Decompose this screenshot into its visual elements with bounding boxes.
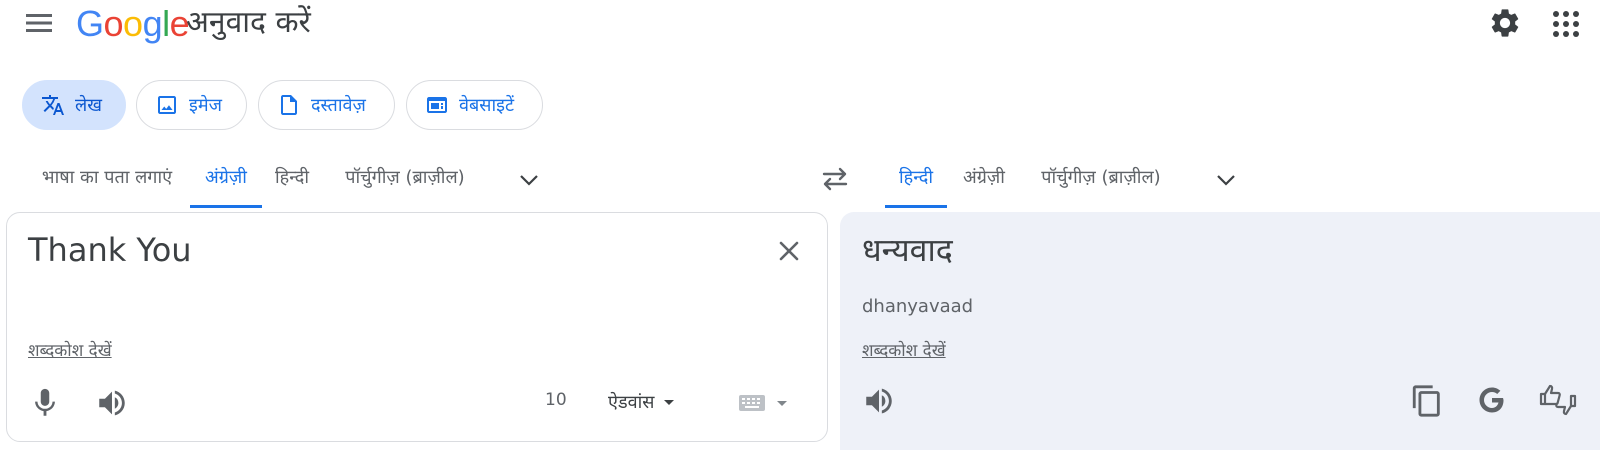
image-icon (158, 96, 176, 114)
translate-icon (42, 95, 64, 115)
clear-source-button[interactable] (774, 236, 804, 266)
app-title: अनुवाद करें (186, 5, 311, 40)
mode-text-button[interactable]: लेख (22, 80, 126, 130)
google-apps-button[interactable] (1550, 8, 1582, 40)
target-lang-portuguese[interactable]: पॉर्चुगीज़ (ब्राज़ील) (1030, 160, 1172, 208)
target-listen-button[interactable] (862, 384, 896, 418)
google-logo[interactable]: Google (76, 2, 190, 46)
source-lang-detect[interactable]: भाषा का पता लगाएं (32, 160, 182, 208)
mode-document-label: दस्तावेज़ (311, 95, 366, 116)
speaker-icon (866, 388, 892, 414)
source-lang-hindi[interactable]: हिन्दी (270, 160, 314, 208)
google-g-icon (1479, 387, 1504, 413)
advanced-options-button[interactable]: ऐडवांस (608, 386, 676, 418)
transliteration-text: dhanyavaad (862, 296, 974, 317)
microphone-icon (35, 388, 55, 416)
source-lang-portuguese[interactable]: पॉर्चुगीज़ (ब्राज़ील) (334, 160, 476, 208)
gear-icon (1491, 9, 1519, 37)
mode-website-label: वेबसाइटें (459, 95, 515, 116)
speaker-icon (99, 390, 125, 416)
source-listen-button[interactable] (95, 386, 129, 420)
logo-letter: l (162, 3, 170, 44)
document-icon (281, 95, 297, 115)
thumbs-feedback-icon (1539, 384, 1577, 416)
mode-image-button[interactable]: इमेज (136, 80, 247, 130)
keyboard-icon (739, 395, 765, 411)
target-lang-more-button[interactable] (1212, 166, 1240, 194)
source-lang-english[interactable]: अंग्रेज़ी (190, 160, 262, 208)
source-lang-more-button[interactable] (515, 166, 543, 194)
google-search-button[interactable] (1474, 382, 1510, 418)
website-icon (427, 97, 447, 113)
mode-image-label: इमेज (189, 95, 222, 116)
logo-letter: o (123, 3, 143, 44)
logo-letter: G (76, 3, 104, 44)
mode-text-label: लेख (75, 95, 102, 116)
target-lang-english[interactable]: अंग्रेज़ी (958, 160, 1010, 208)
target-dictionary-link[interactable]: शब्दकोश देखें (862, 338, 946, 361)
copy-translation-button[interactable] (1410, 384, 1444, 418)
apps-grid-icon (1553, 11, 1579, 37)
swap-arrows-icon (822, 167, 848, 191)
target-lang-hindi[interactable]: हिन्दी (885, 160, 947, 208)
rate-translation-button[interactable] (1538, 382, 1578, 418)
swap-languages-button[interactable] (818, 162, 852, 196)
copy-icon (1412, 385, 1440, 417)
mode-website-button[interactable]: वेबसाइटें (406, 80, 543, 130)
logo-letter: o (103, 3, 124, 44)
input-tools-button[interactable] (738, 390, 800, 416)
character-count: 10 (545, 390, 567, 410)
source-text-input[interactable]: Thank You (28, 228, 192, 272)
logo-letter: g (142, 3, 163, 44)
main-menu-button[interactable] (22, 8, 56, 38)
dropdown-caret-icon (664, 400, 675, 405)
chevron-down-icon (1217, 175, 1235, 186)
chevron-down-icon (520, 175, 538, 186)
advanced-label: ऐडवांस (608, 392, 655, 413)
settings-button[interactable] (1488, 6, 1522, 40)
source-dictionary-link[interactable]: शब्दकोश देखें (28, 338, 112, 361)
menu-icon (26, 14, 52, 32)
voice-input-button[interactable] (28, 386, 62, 420)
mode-document-button[interactable]: दस्तावेज़ (258, 80, 395, 130)
translation-output: धन्यवाद (862, 231, 953, 269)
dropdown-caret-icon (777, 401, 787, 406)
close-icon (779, 241, 799, 261)
